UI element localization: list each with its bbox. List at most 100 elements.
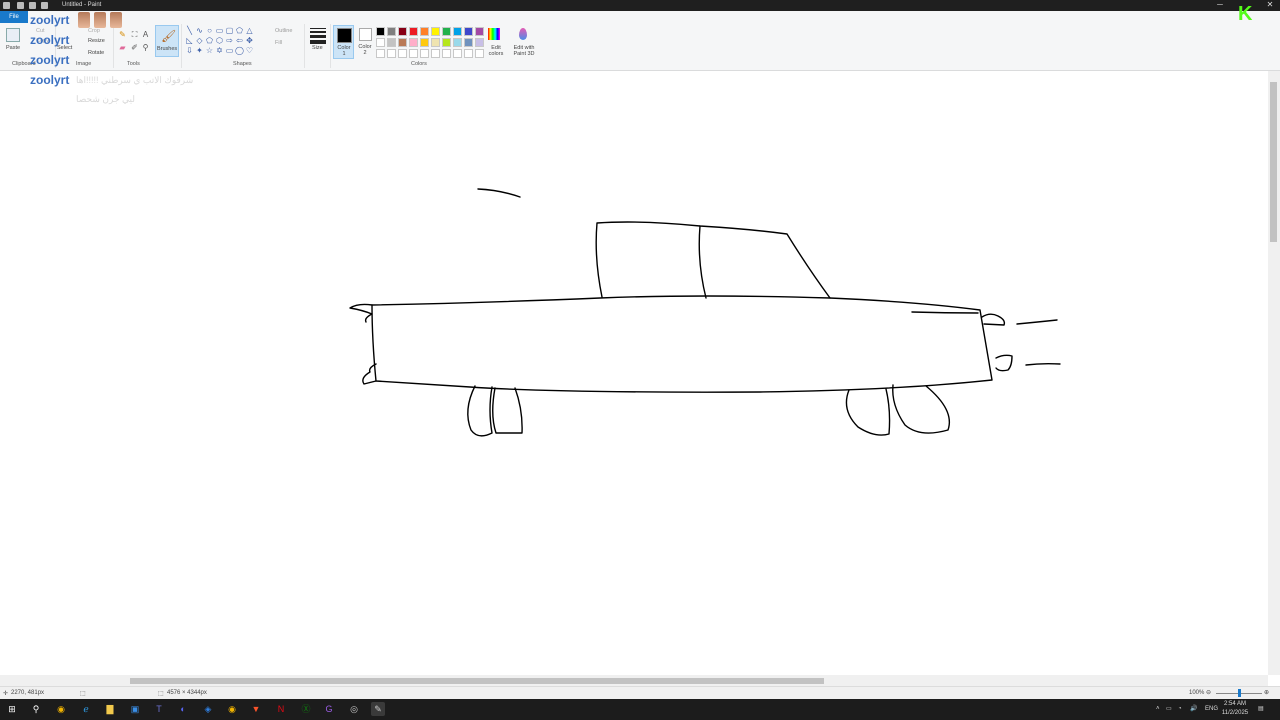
minimize-button[interactable]: ─ [1212,0,1228,11]
palette-swatch[interactable] [431,27,440,36]
horizontal-scroll-thumb[interactable] [130,678,824,684]
wifi-icon[interactable]: ◔ [1178,703,1182,715]
hexagon-shape-icon[interactable]: ⬡ [215,36,224,45]
palette-swatch[interactable] [464,38,473,47]
paste-icon[interactable] [6,28,20,42]
diamond-shape-icon[interactable]: ◇ [195,36,204,45]
palette-swatch[interactable] [409,27,418,36]
paint-app-icon[interactable] [3,2,10,9]
paint3d-label[interactable]: Edit with Paint 3D [509,45,539,57]
text-tool-icon[interactable]: A [141,30,150,39]
magnifier-icon[interactable]: ⚲ [141,43,150,52]
palette-swatch[interactable] [453,27,462,36]
callout-rect-shape-icon[interactable]: ▭ [225,46,234,55]
vertical-scroll-thumb[interactable] [1270,82,1277,242]
color2-button[interactable]: Color 2 [356,26,374,58]
curve-shape-icon[interactable]: ∿ [195,26,204,35]
palette-swatch[interactable] [387,38,396,47]
six-star-shape-icon[interactable]: ✡ [215,46,224,55]
file-explorer-icon[interactable]: ▇ [103,702,117,716]
callout-oval-shape-icon[interactable]: ◯ [235,46,244,55]
rounded-rect-shape-icon[interactable]: ▢ [225,26,234,35]
palette-swatch[interactable] [475,38,484,47]
color-picker-icon[interactable]: ✐ [130,43,139,52]
palette-swatch[interactable] [464,27,473,36]
palette-swatch[interactable] [442,38,451,47]
brushes-button[interactable]: 🖌 Brushes [155,25,179,57]
xbox-icon[interactable]: Ⓧ [299,702,313,716]
palette-swatch[interactable] [420,49,429,58]
down-arrow-shape-icon[interactable]: ⇩ [185,46,194,55]
color1-button[interactable]: Color 1 [333,25,354,59]
oval-shape-icon[interactable]: ○ [205,26,214,35]
discord-icon[interactable]: ◐ [176,702,190,716]
palette-swatch[interactable] [453,38,462,47]
shapes-gallery[interactable]: ╲ ∿ ○ ▭ ▢ ⬠ △ ◺ ◇ ⬠ ⬡ ⇨ ⇦ ✥ ⇩ ✦ ☆ ✡ ▭ ◯ … [185,26,261,58]
drawing-canvas[interactable] [0,71,1268,675]
zoom-out-icon[interactable]: ⊖ [1206,689,1211,696]
crop-label[interactable]: Crop [88,28,100,34]
eraser-icon[interactable]: ▰ [118,43,127,52]
palette-swatch[interactable] [420,38,429,47]
outline-label[interactable]: Outline [275,28,292,34]
windows-start-icon[interactable]: ⊞ [5,702,19,716]
palette-swatch[interactable] [453,49,462,58]
tray-chevron-icon[interactable]: ˄ [1156,703,1160,715]
fill-bucket-icon[interactable]: ⛶ [130,30,139,39]
edit-colors-label[interactable]: Edit colors [486,45,506,57]
right-triangle-shape-icon[interactable]: ◺ [185,36,194,45]
app-blue-icon[interactable]: ◈ [201,702,215,716]
palette-swatch[interactable] [464,49,473,58]
palette-swatch[interactable] [398,49,407,58]
palette-swatch[interactable] [442,27,451,36]
palette-swatch[interactable] [475,27,484,36]
save-icon[interactable] [17,2,24,9]
palette-swatch[interactable] [387,27,396,36]
gog-icon[interactable]: G [322,702,336,716]
left-arrow-shape-icon[interactable]: ⇦ [235,36,244,45]
palette-swatch[interactable] [398,27,407,36]
palette-swatch[interactable] [398,38,407,47]
zoom-in-icon[interactable]: ⊕ [1264,689,1269,696]
four-star-shape-icon[interactable]: ✦ [195,46,204,55]
zoom-slider-thumb[interactable] [1238,689,1241,697]
palette-swatch[interactable] [376,49,385,58]
pencil-icon[interactable]: ✎ [118,30,127,39]
network-icon[interactable]: ▭ [1166,703,1172,715]
right-arrow-shape-icon[interactable]: ⇨ [225,36,234,45]
undo-icon[interactable] [29,2,36,9]
brave-icon[interactable]: ▼ [249,702,263,716]
chrome-2-icon[interactable]: ◉ [225,702,239,716]
chrome-icon[interactable]: ◉ [54,702,68,716]
palette-swatch[interactable] [431,49,440,58]
palette-swatch[interactable] [387,49,396,58]
edit-colors-icon[interactable] [488,28,500,40]
heart-shape-icon[interactable]: ♡ [245,46,254,55]
color-palette[interactable] [376,27,486,59]
close-button[interactable]: ✕ [1262,0,1278,11]
paint3d-icon[interactable] [519,28,527,40]
clock[interactable]: 2:54 AM 11/2/2025 [1221,699,1249,720]
palette-swatch[interactable] [376,27,385,36]
triangle-shape-icon[interactable]: △ [245,26,254,35]
paint-icon[interactable]: ✎ [371,702,385,716]
volume-icon[interactable]: 🔊 [1190,703,1197,715]
obs-icon[interactable]: ◎ [347,702,361,716]
line-shape-icon[interactable]: ╲ [185,26,194,35]
resize-label[interactable]: Resize [88,38,105,44]
palette-swatch[interactable] [475,49,484,58]
pentagon-shape-icon[interactable]: ⬠ [205,36,214,45]
five-star-shape-icon[interactable]: ☆ [205,46,214,55]
palette-swatch[interactable] [409,49,418,58]
four-arrow-shape-icon[interactable]: ✥ [245,36,254,45]
fill-label[interactable]: Fill [275,40,282,46]
palette-swatch[interactable] [409,38,418,47]
edge-icon[interactable]: ℯ [79,702,93,716]
polygon-shape-icon[interactable]: ⬠ [235,26,244,35]
file-tab[interactable]: File [0,11,28,23]
size-icon[interactable] [310,28,326,44]
size-label[interactable]: Size [312,45,323,51]
search-icon[interactable]: ⚲ [29,702,43,716]
palette-swatch[interactable] [431,38,440,47]
notifications-icon[interactable]: ▤ [1258,703,1264,715]
